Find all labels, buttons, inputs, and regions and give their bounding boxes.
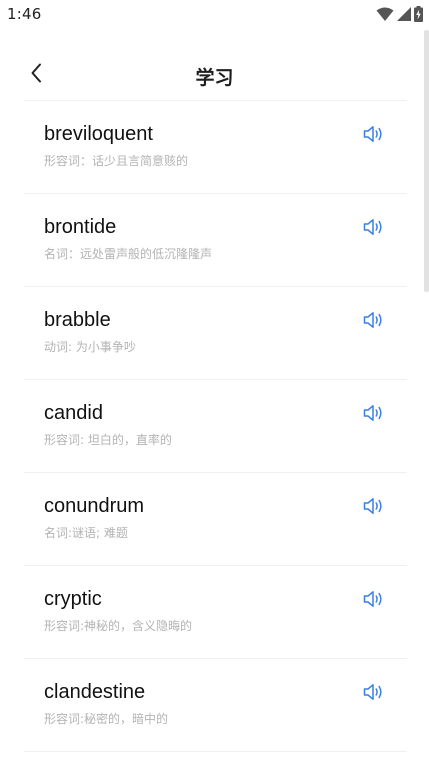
speaker-icon (363, 311, 385, 333)
speaker-icon (363, 125, 385, 147)
word-text: conundrum (44, 495, 145, 517)
word-text: candid (44, 402, 103, 424)
word-list-item[interactable]: candid 形容词: 坦白的，直率的 (24, 380, 407, 473)
pronounce-button[interactable] (361, 125, 387, 147)
word-meaning: 形容词: 坦白的，直率的 (44, 433, 172, 447)
word-list: breviloquent 形容词：话少且言简意赅的 brontide 名词：远处雷声般… (24, 101, 407, 752)
word-list-item[interactable]: cryptic 形容词:神秘的，含义隐晦的 (24, 566, 407, 659)
speaker-icon (363, 683, 385, 705)
word-list-item[interactable]: clandestine 形容词:秘密的，暗中的 (24, 659, 407, 752)
status-time: 1:46 (7, 5, 42, 23)
word-meaning: 形容词:神秘的，含义隐晦的 (44, 619, 193, 633)
wifi-icon (376, 7, 394, 21)
speaker-icon (363, 218, 385, 240)
battery-charging-icon (414, 6, 423, 22)
word-meaning: 动词: 为小事争吵 (44, 340, 136, 354)
speaker-icon (363, 404, 385, 426)
word-text: cryptic (44, 588, 102, 610)
speaker-icon (363, 590, 385, 612)
word-list-item[interactable]: breviloquent 形容词：话少且言简意赅的 (24, 101, 407, 194)
word-list-item[interactable]: brontide 名词：远处雷声般的低沉隆隆声 (24, 194, 407, 287)
signal-icon (397, 7, 411, 21)
page-title: 学习 (195, 67, 234, 89)
header: 学习 (0, 50, 429, 100)
pronounce-button[interactable] (361, 311, 387, 333)
status-icons (376, 6, 423, 22)
word-text: breviloquent (44, 123, 153, 145)
status-bar: 1:46 (0, 0, 429, 30)
word-text: brabble (44, 309, 111, 331)
pronounce-button[interactable] (361, 590, 387, 612)
word-meaning: 名词:谜语; 难题 (44, 526, 128, 540)
word-text: clandestine (44, 681, 146, 703)
word-meaning: 形容词：话少且言简意赅的 (44, 154, 189, 168)
word-list-item[interactable]: brabble 动词: 为小事争吵 (24, 287, 407, 380)
word-text: brontide (44, 216, 117, 238)
scrollbar-thumb[interactable] (424, 30, 429, 292)
pronounce-button[interactable] (361, 404, 387, 426)
word-meaning: 名词：远处雷声般的低沉隆隆声 (44, 247, 213, 261)
speaker-icon (363, 497, 385, 519)
pronounce-button[interactable] (361, 218, 387, 240)
pronounce-button[interactable] (361, 497, 387, 519)
word-meaning: 形容词:秘密的，暗中的 (44, 712, 169, 726)
word-list-item[interactable]: conundrum 名词:谜语; 难题 (24, 473, 407, 566)
pronounce-button[interactable] (361, 683, 387, 705)
